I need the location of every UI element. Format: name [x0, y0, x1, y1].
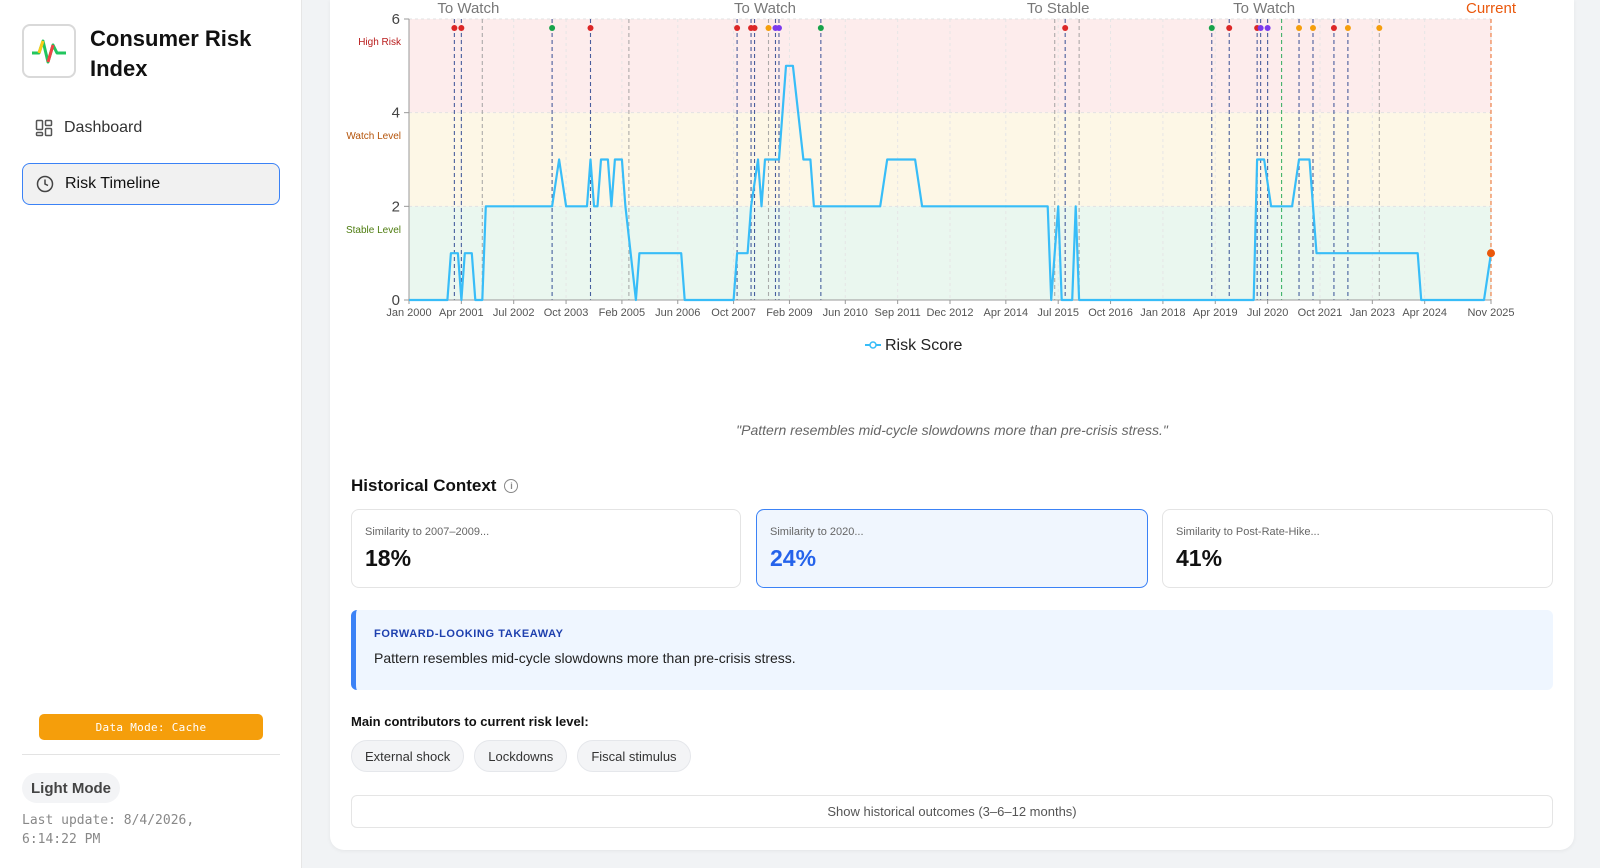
x-tick-label: Apr 2001: [439, 307, 484, 319]
x-tick-label: Jan 2023: [1350, 307, 1395, 319]
similarity-label: Similarity to 2020...: [770, 526, 864, 538]
zone-label: Watch Level: [346, 131, 401, 142]
zone-label: Stable Level: [346, 225, 401, 236]
event-marker-dot: [587, 25, 594, 31]
event-marker-dot: [1309, 25, 1316, 31]
brand: Consumer Risk Index: [22, 24, 260, 84]
x-tick-label: Jun 2010: [823, 307, 868, 319]
pattern-quote: "Pattern resembles mid-cycle slowdowns m…: [736, 422, 1168, 438]
event-marker-dot: [1330, 25, 1337, 31]
x-tick-label: Oct 2007: [711, 307, 756, 319]
y-tick-label: 4: [392, 105, 400, 122]
transition-label: To Watch: [734, 0, 796, 17]
y-tick-label: 6: [392, 11, 400, 28]
historical-context-title: Historical Context i: [351, 476, 519, 496]
x-tick-label: Feb 2009: [766, 307, 812, 319]
nav-item-risk-timeline[interactable]: Risk Timeline: [22, 163, 280, 205]
contributor-chips: External shock Lockdowns Fiscal stimulus: [351, 740, 691, 772]
nav-item-dashboard[interactable]: Dashboard: [22, 107, 280, 149]
x-tick-label: Oct 2003: [544, 307, 589, 319]
x-tick-label: Jul 2020: [1247, 307, 1289, 319]
x-tick-label: Jul 2002: [493, 307, 535, 319]
x-tick-label: Apr 2019: [1193, 307, 1238, 319]
x-tick-label: Oct 2021: [1298, 307, 1343, 319]
event-marker-dot: [1264, 25, 1271, 31]
contributor-chip[interactable]: Fiscal stimulus: [577, 740, 691, 772]
sidebar: Consumer Risk Index Dashboard Risk Timel…: [0, 0, 302, 868]
historical-context-label: Historical Context: [351, 476, 497, 495]
takeaway-heading: FORWARD-LOOKING TAKEAWAY: [374, 628, 564, 640]
event-marker-dot: [1226, 25, 1233, 31]
current-point: [1487, 249, 1495, 258]
x-tick-label: Sep 2011: [874, 307, 920, 319]
theme-toggle-button[interactable]: Light Mode: [22, 773, 120, 803]
nav-label-dashboard: Dashboard: [64, 119, 143, 136]
event-marker-dot: [1062, 25, 1069, 31]
forward-looking-takeaway: FORWARD-LOOKING TAKEAWAY Pattern resembl…: [351, 610, 1553, 690]
legend-label: Risk Score: [885, 337, 962, 354]
show-historical-outcomes-button[interactable]: Show historical outcomes (3–6–12 months): [351, 795, 1553, 828]
similarity-value: 41%: [1176, 545, 1223, 571]
event-marker-dot: [734, 25, 741, 31]
transition-label: To Watch: [1233, 0, 1295, 17]
x-tick-label: Jan 2000: [386, 307, 431, 319]
contributors-label: Main contributors to current risk level:: [351, 714, 589, 729]
sidebar-divider: [22, 754, 280, 755]
x-tick-label: Nov 2025: [1467, 307, 1514, 319]
transition-label: To Stable: [1027, 0, 1090, 17]
event-marker-dot: [1344, 25, 1351, 31]
similarity-card-2020[interactable]: Similarity to 2020... 24%: [756, 509, 1148, 588]
event-marker-dot: [765, 25, 772, 31]
x-tick-label: Jun 2006: [655, 307, 700, 319]
x-tick-label: Dec 2012: [926, 307, 973, 319]
info-icon[interactable]: i: [504, 479, 519, 493]
y-tick-label: 2: [392, 198, 400, 215]
main-card: To Watch To Watch To Stable To Watch Current…: [330, 0, 1574, 850]
event-marker-dot: [817, 25, 824, 31]
transition-label: Current: [1466, 0, 1517, 17]
clock-icon: [35, 174, 55, 194]
event-marker-dot: [451, 25, 458, 31]
app-title: Consumer Risk Index: [90, 26, 252, 81]
event-marker-dot: [1296, 25, 1303, 31]
zone-label: High Risk: [358, 37, 402, 48]
app-logo-icon: [22, 24, 76, 78]
similarity-card-post-rate-hike[interactable]: Similarity to Post-Rate-Hike... 41%: [1162, 509, 1553, 588]
legend-marker: [869, 341, 877, 349]
risk-timeline-chart: To Watch To Watch To Stable To Watch Current…: [346, 0, 1517, 354]
similarity-label: Similarity to 2007–2009...: [365, 526, 490, 538]
similarity-value: 24%: [770, 545, 817, 571]
contributor-chip[interactable]: Lockdowns: [474, 740, 568, 772]
last-update-text: Last update: 8/4/2026, 6:14:22 PM: [22, 813, 195, 847]
x-tick-label: Jul 2015: [1037, 307, 1079, 319]
x-tick-label: Jan 2018: [1140, 307, 1185, 319]
event-marker-dot: [549, 25, 556, 31]
x-tick-label: Apr 2014: [984, 307, 1029, 319]
dashboard-icon: [34, 118, 54, 138]
event-marker-dot: [1376, 25, 1383, 31]
transition-label: To Watch: [437, 0, 499, 17]
takeaway-text: Pattern resembles mid-cycle slowdowns mo…: [374, 650, 796, 666]
event-marker-dot: [775, 25, 782, 31]
event-marker-dot: [1208, 25, 1215, 31]
nav-label-risk-timeline: Risk Timeline: [65, 175, 161, 192]
x-tick-label: Feb 2005: [599, 307, 645, 319]
event-marker-dot: [751, 25, 758, 31]
data-mode-badge: Data Mode: Cache: [39, 714, 263, 740]
x-tick-label: Oct 2016: [1088, 307, 1133, 319]
contributor-chip[interactable]: External shock: [351, 740, 465, 772]
similarity-card-2007-2009[interactable]: Similarity to 2007–2009... 18%: [351, 509, 741, 588]
similarity-value: 18%: [365, 545, 412, 571]
event-marker-dot: [1257, 25, 1264, 31]
similarity-label: Similarity to Post-Rate-Hike...: [1176, 526, 1320, 538]
x-tick-label: Apr 2024: [1402, 307, 1447, 319]
event-marker-dot: [458, 25, 465, 31]
